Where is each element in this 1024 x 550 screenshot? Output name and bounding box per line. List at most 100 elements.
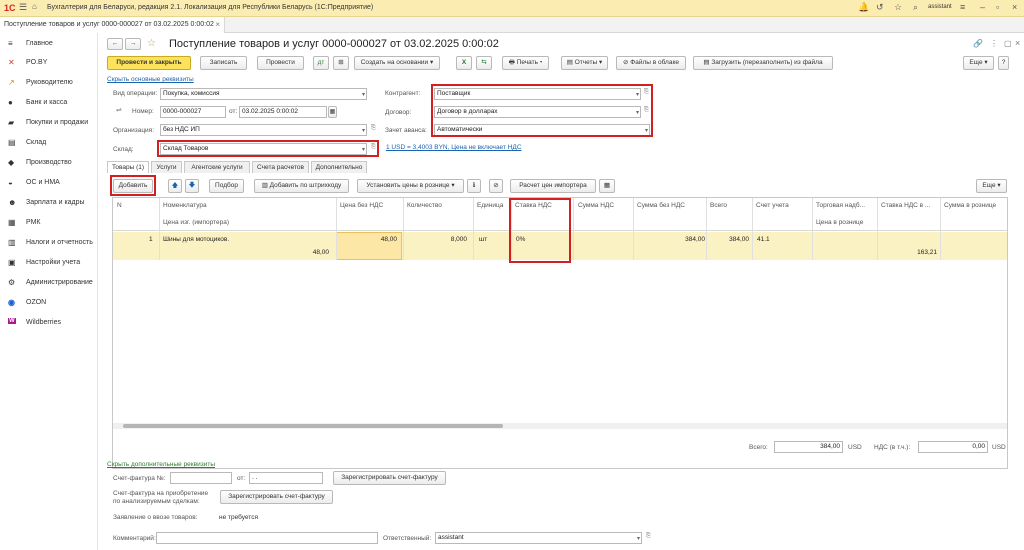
invoice-date-field[interactable]: . . (249, 472, 323, 484)
date-field[interactable]: 03.02.2025 0:00:02 (239, 106, 327, 118)
sidebar-item-warehouse[interactable]: ▤ Склад (0, 135, 98, 153)
forward-button[interactable]: → (125, 38, 141, 50)
more-button[interactable]: Еще ▾ (963, 56, 994, 70)
restore-icon[interactable]: ▢ (1004, 39, 1012, 48)
dropdown-icon[interactable]: ▾ (636, 108, 639, 117)
tab-agent-services[interactable]: Агентские услуги (184, 161, 250, 173)
selection-button[interactable]: Подбор (209, 179, 244, 193)
print-button[interactable]: 🖶 Печать ▾ (502, 56, 549, 70)
user-name[interactable]: assistant (928, 4, 952, 10)
table-settings-icon[interactable]: ▦ (599, 179, 615, 193)
register-invoice-2-button[interactable]: Зарегистрировать счет-фактуру (220, 490, 333, 504)
structure-icon[interactable]: ⊞ (333, 56, 349, 70)
horizontal-scrollbar[interactable] (113, 423, 1007, 429)
number-settings-icon[interactable]: ⇌ (116, 106, 122, 114)
open-link-icon[interactable]: ⎘ (644, 107, 649, 114)
row-account[interactable]: 41.1 (757, 236, 770, 243)
move-down-icon[interactable]: 🡇 (185, 179, 199, 193)
import-price-calc-button[interactable]: Расчет цен импортера (510, 179, 596, 193)
dropdown-icon[interactable]: ▾ (637, 534, 640, 543)
row-retail-sum[interactable]: 163,21 (883, 249, 937, 256)
favorite-star-icon[interactable]: ☆ (147, 38, 163, 50)
close-form-icon[interactable]: × (1015, 38, 1020, 48)
sidebar-item-production[interactable]: ◆ Производство (0, 155, 98, 173)
operation-select[interactable]: Покупка, комиссия ▾ (160, 88, 367, 100)
col-retail-sum[interactable]: Сумма в рознице (944, 202, 996, 209)
bell-icon[interactable]: 🔔 (858, 2, 869, 13)
sidebar-item-wildberries[interactable]: W Wildberries (0, 315, 98, 333)
excel-icon[interactable]: X (456, 56, 472, 70)
sidebar-item-main[interactable]: ≡ Главное (0, 36, 98, 54)
sidebar-item-admin[interactable]: ⚙ Администрирование (0, 275, 98, 293)
row-mfr-price[interactable]: 48,00 (273, 249, 329, 256)
col-vat-rate[interactable]: Ставка НДС (515, 202, 552, 209)
post-and-close-button[interactable]: Провести и закрыть (107, 56, 191, 70)
col-unit[interactable]: Единица (477, 202, 503, 209)
row-price[interactable]: 48,00 (339, 236, 397, 243)
col-sum-no-vat[interactable]: Сумма без НДС (637, 202, 685, 209)
dt-kt-icon[interactable]: дт (313, 56, 329, 70)
table-row[interactable]: 1 Шины для мотоциков. 48,00 48,00 8,000 … (113, 232, 1007, 260)
row-sum-no-vat[interactable]: 384,00 (643, 236, 705, 243)
col-mfr-price[interactable]: Цена изг. (импортера) (163, 219, 229, 226)
sidebar-item-poby[interactable]: ✕ PO.BY (0, 55, 98, 73)
col-nomenclature[interactable]: Номенклатура (163, 202, 207, 209)
attach-icon[interactable]: ⊘ (489, 179, 503, 193)
contract-select[interactable]: Договор в долларах ▾ (434, 106, 641, 118)
warehouse-select[interactable]: Склад Товаров ▾ (160, 143, 367, 155)
dropdown-icon[interactable]: ▾ (636, 90, 639, 99)
exchange-rate-link[interactable]: 1 USD = 3,4003 BYN, Цена не включает НДС (386, 144, 522, 151)
col-account[interactable]: Счет учета (756, 202, 789, 209)
load-from-file-button[interactable]: ▤ Загрузить (перезаполнить) из файла (693, 56, 833, 70)
invoice-number-field[interactable] (170, 472, 232, 484)
help-button[interactable]: ? (998, 56, 1009, 70)
close-icon[interactable]: × (1012, 2, 1017, 12)
add-by-barcode-button[interactable]: ▥ Добавить по штрихкоду (254, 179, 349, 193)
col-total[interactable]: Всего (710, 202, 727, 209)
col-n[interactable]: N (117, 202, 122, 209)
info-icon[interactable]: ℹ (467, 179, 481, 193)
dropdown-icon[interactable]: ▾ (362, 145, 365, 154)
maximize-icon[interactable]: ▫ (996, 2, 999, 12)
sidebar-item-taxes[interactable]: ▥ Налоги и отчетность (0, 235, 98, 253)
minimize-icon[interactable]: – (980, 2, 985, 12)
back-button[interactable]: ← (107, 38, 123, 50)
advance-select[interactable]: Автоматически ▾ (434, 124, 650, 136)
home-icon[interactable]: ⌂ (32, 2, 37, 11)
organization-select[interactable]: без НДС ИП ▾ (160, 124, 367, 136)
open-link-icon[interactable]: ⎘ (371, 144, 376, 151)
sidebar-item-salary[interactable]: ☻ Зарплата и кадры (0, 195, 98, 213)
register-invoice-button[interactable]: Зарегистрировать счет-фактуру (333, 471, 446, 485)
col-retail-price[interactable]: Цена в рознице (816, 219, 863, 226)
open-link-icon[interactable]: ⎘ (646, 533, 651, 540)
move-up-icon[interactable]: 🡅 (168, 179, 182, 193)
col-retail-vat-rate[interactable]: Ставка НДС в ... (881, 202, 930, 209)
save-button[interactable]: Записать (200, 56, 247, 70)
comment-field[interactable] (156, 532, 378, 544)
row-vat-rate[interactable]: 0% (516, 236, 525, 243)
link-icon[interactable]: 🔗 (973, 39, 983, 48)
row-nomenclature[interactable]: Шины для мотоциков. (163, 236, 229, 243)
set-retail-prices-button[interactable]: Установить цены в рознице ▾ (357, 179, 464, 193)
search-icon[interactable]: ⌕ (913, 2, 918, 13)
number-field[interactable]: 0000-000027 (160, 106, 226, 118)
hamburger-icon[interactable]: ☰ (19, 2, 27, 13)
more-vertical-icon[interactable]: ⋮ (990, 39, 998, 48)
hide-main-props-link[interactable]: Скрыть основные реквизиты (107, 76, 194, 83)
grid-more-button[interactable]: Еще ▾ (976, 179, 1007, 193)
row-total[interactable]: 384,00 (709, 236, 749, 243)
sidebar-item-director[interactable]: ↗ Руководителю (0, 75, 98, 93)
tab-goods[interactable]: Товары (1) (107, 161, 149, 173)
sidebar-item-purchases[interactable]: ▰ Покупки и продажи (0, 115, 98, 133)
responsible-select[interactable]: assistant ▾ (435, 532, 642, 544)
row-unit[interactable]: шт (479, 236, 487, 243)
sidebar-item-assets[interactable]: ◒ ОС и НМА (0, 175, 98, 193)
sidebar-item-settings[interactable]: ▣ Настройки учета (0, 255, 98, 273)
export-icon[interactable]: ⇆ (476, 56, 492, 70)
tab-services[interactable]: Услуги (151, 161, 182, 173)
scrollbar-thumb[interactable] (123, 424, 503, 428)
sidebar-item-bank[interactable]: ● Банк и касса (0, 95, 98, 113)
post-button[interactable]: Провести (257, 56, 304, 70)
doc-window-tab[interactable]: Поступление товаров и услуг 0000-000027 … (0, 17, 225, 33)
reports-button[interactable]: ▤ Отчеты ▾ (561, 56, 608, 70)
